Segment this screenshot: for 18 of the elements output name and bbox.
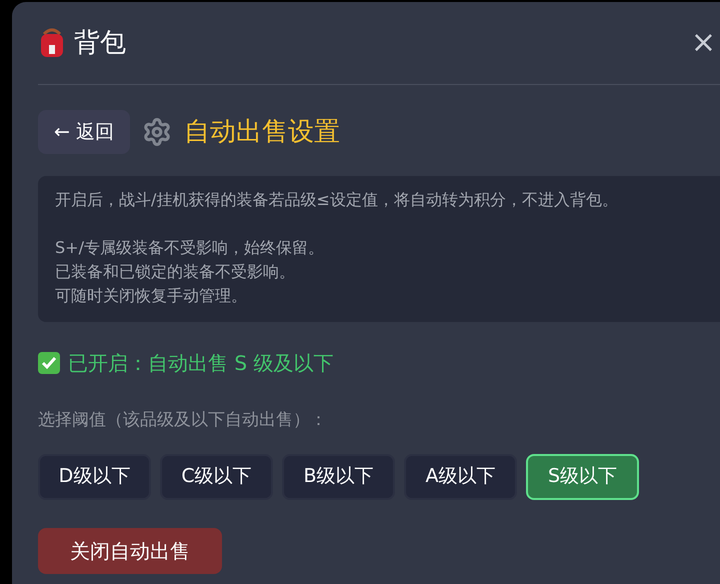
disable-auto-sell-button[interactable]: 关闭自动出售 <box>38 528 222 574</box>
info-text: 开启后，战斗/挂机获得的装备若品级≤设定值，将自动转为积分，不进入背包。 <box>55 189 619 211</box>
threshold-option[interactable]: D级以下 <box>38 454 151 500</box>
page-title: 自动出售设置 <box>184 116 340 148</box>
window-title: 背包 <box>74 26 126 60</box>
info-text: S+/专属级装备不受影响，始终保留。 <box>55 237 325 259</box>
threshold-option[interactable]: A级以下 <box>404 454 517 500</box>
info-text: 可随时关闭恢复手动管理。 <box>55 285 248 307</box>
threshold-option[interactable]: B级以下 <box>282 454 395 500</box>
back-button[interactable]: ← 返回 <box>38 110 130 154</box>
info-text: 已装备和已锁定的装备不受影响。 <box>55 261 296 283</box>
threshold-label: 选择阈值（该品级及以下自动出售）： <box>38 409 328 432</box>
close-button[interactable]: × <box>690 28 716 58</box>
status-text: 已开启：自动出售 S 级及以下 <box>68 350 334 377</box>
backpack-icon <box>38 28 66 58</box>
threshold-option[interactable]: C级以下 <box>160 454 273 500</box>
threshold-option[interactable]: S级以下 <box>526 454 639 500</box>
settings-icon <box>142 117 172 147</box>
